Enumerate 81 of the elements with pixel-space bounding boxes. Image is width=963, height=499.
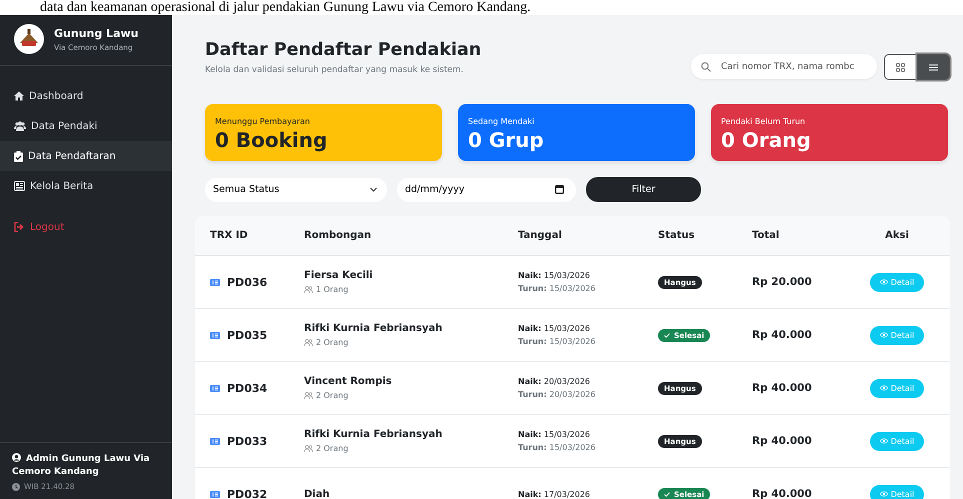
status-dropdown[interactable]: Semua Status [205,178,387,202]
column-header: Aksi [884,230,910,241]
calendar-icon [555,185,564,194]
people-count: 1 Orang [316,285,348,294]
people-count: 2 Orang [316,338,348,347]
users-icon [14,121,26,131]
climb-date: Naik: 15/03/2026 [518,323,592,335]
users-icon [304,339,313,346]
column-header: Total [752,230,780,241]
group-name: Rifki Kurnia Febriansyah [304,323,444,334]
people-count: 2 Orang [316,391,348,400]
eye-icon [880,385,888,391]
trx-id: PD035 [210,328,304,342]
user-icon [12,453,21,462]
group-name: Fiersa Kecili [304,270,374,281]
ticket-icon [210,332,220,338]
trx-id: PD033 [210,434,304,448]
logo-icon [14,24,44,54]
stat-value: 0 Orang [721,128,812,152]
grid-view-button[interactable] [884,54,917,80]
filter-button[interactable]: Filter [586,177,701,202]
check-icon [664,492,670,496]
climb-date: Naik: 15/03/2026 [518,270,592,282]
trx-id: PD032 [210,488,304,499]
column-header: Rombongan [304,230,372,241]
home-icon [14,91,24,101]
group-name: Diah [304,488,331,499]
list-icon [929,64,938,70]
group-name: Vincent Rompis [304,376,393,387]
total-price: Rp 40.000 [752,382,813,394]
people-count: 2 Orang [316,444,348,453]
date-field[interactable]: dd/mm/yyyy [397,178,576,202]
total-price: Rp 40.000 [752,435,813,447]
climb-date: Naik: 15/03/2026 [518,429,592,441]
check-icon [664,332,670,338]
users-icon [304,445,313,452]
users-icon [304,392,313,399]
nav-item[interactable]: Data Pendaftaran [0,141,172,171]
descent-date: Turun: 15/03/2026 [518,283,596,295]
stat-value: 0 Booking [215,128,328,152]
nav-item[interactable]: Data Pendaki [0,111,172,141]
ticket-icon [210,278,220,286]
clock-icon [12,482,20,490]
grid-icon [896,62,905,72]
ticket-icon [210,384,220,392]
stat-label: Menunggu Pembayaran [215,117,311,126]
users-icon [304,286,313,293]
page-title: Daftar Pendaftar Pendakian [205,40,482,60]
descent-date: Turun: 15/03/2026 [518,336,596,348]
climb-date: Naik: 17/03/2026 [518,488,592,499]
trx-id: PD034 [210,382,304,394]
stat-label: Pendaki Belum Turun [721,117,806,126]
page-subtitle: Kelola dan validasi seluruh pendaftar yang masuk ke sistem. [205,65,465,75]
column-header: Tanggal [518,230,563,241]
group-name: Rifki Kurnia Febriansyah [304,429,444,440]
stat-label: Sedang Mendaki [468,117,536,126]
eye-icon [880,491,888,497]
stat-value: 0 Grup [468,128,545,152]
eye-icon [880,438,888,444]
eye-icon [880,279,888,285]
nav-item[interactable]: Dashboard [0,81,172,111]
descent-date: Turun: 15/03/2026 [518,442,596,454]
chevron-icon [370,187,377,192]
newspaper-icon [14,181,25,191]
eye-icon [880,332,888,338]
climb-date: Naik: 20/03/2026 [518,376,592,388]
descent-date: Turun: 20/03/2026 [518,389,596,401]
brand-title: Gunung Lawu [54,26,138,40]
total-price: Rp 40.000 [752,329,813,341]
ticket-icon [210,438,220,444]
column-header: TRX ID [210,230,249,241]
search-field[interactable]: Cari nomor TRX, nama rombc [691,54,877,79]
admin-name: Admin Gunung Lawu Via Cemoro Kandang [12,453,151,479]
list-view-button[interactable] [917,54,950,80]
nav-item[interactable]: Kelola Berita [0,171,172,201]
trx-id: PD036 [210,276,304,288]
clipboard-icon [14,150,23,162]
total-price: Rp 40.000 [752,488,813,499]
total-price: Rp 20.000 [752,276,813,288]
column-header: Status [658,230,696,241]
logout-icon [14,222,25,232]
